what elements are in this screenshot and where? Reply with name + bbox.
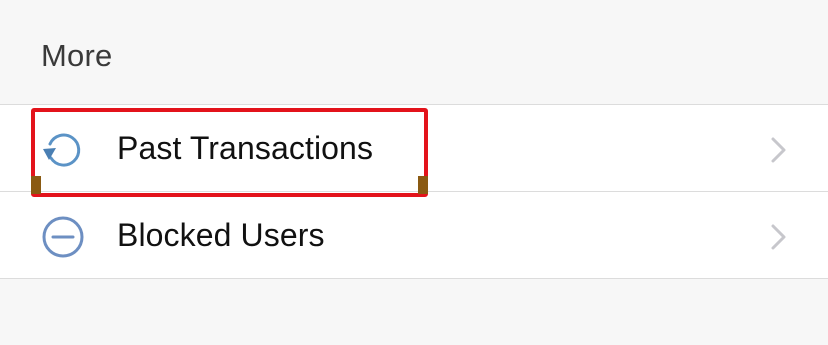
chevron-right-icon: [768, 135, 790, 165]
history-icon: [40, 127, 86, 173]
list-item-label: Blocked Users: [117, 217, 325, 253]
list-item-label: Past Transactions: [117, 130, 374, 166]
settings-list: Past Transactions Blocked Users: [0, 105, 828, 279]
blocked-icon: [40, 214, 86, 260]
chevron-right-icon: [768, 222, 790, 252]
section-header: More: [0, 0, 828, 105]
section-title: More: [41, 38, 113, 73]
list-item-blocked-users[interactable]: Blocked Users: [0, 192, 828, 279]
list-item-past-transactions[interactable]: Past Transactions: [0, 105, 828, 192]
